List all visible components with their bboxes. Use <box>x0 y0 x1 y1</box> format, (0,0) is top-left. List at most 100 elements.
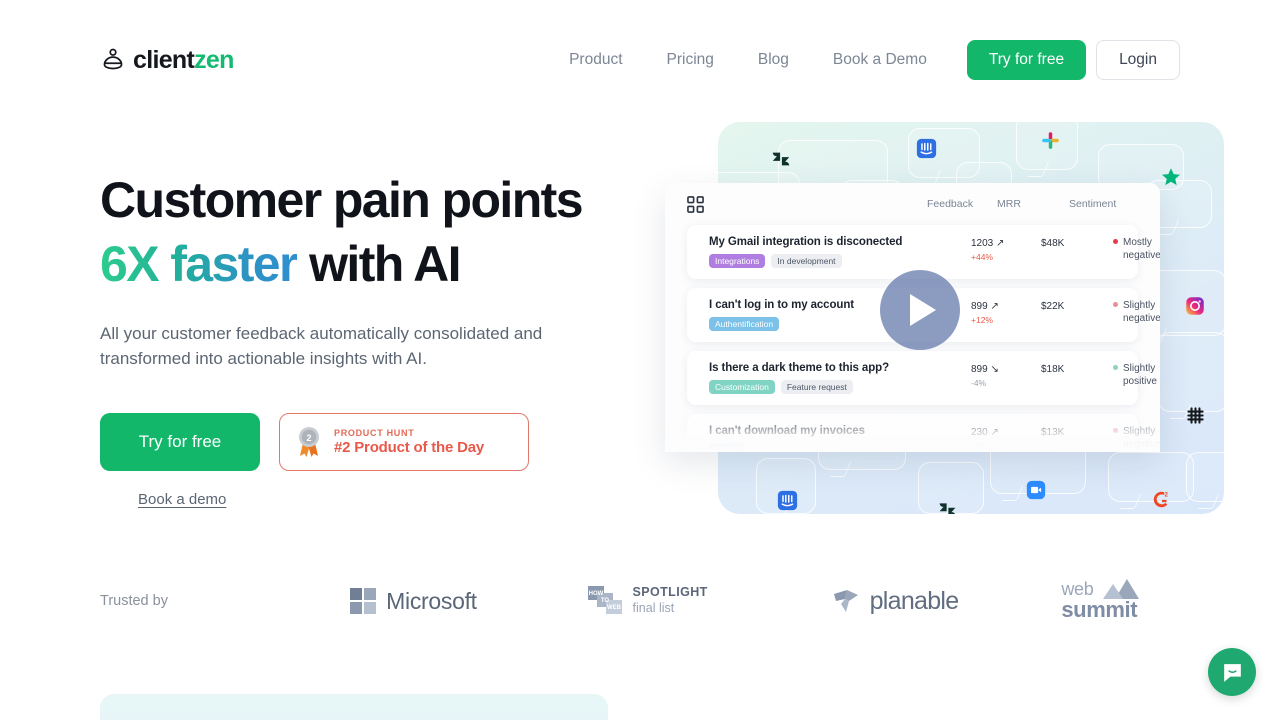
tag[interactable]: Authentification <box>709 317 780 331</box>
sentiment-dot <box>1113 364 1118 370</box>
row-feedback-count: 1203 ↗ <box>971 238 1005 249</box>
tag[interactable]: Integrations <box>709 254 766 268</box>
row-feedback-count: 899 ↗ <box>971 301 999 312</box>
play-triangle-icon <box>910 294 936 326</box>
row-feedback-delta: +12% <box>971 315 993 325</box>
dashboard-header-row: Feedback MRR Sentiment <box>687 183 1138 225</box>
row-mrr: $22K <box>1041 301 1065 312</box>
row-tags: Customization Feature request <box>709 380 1124 394</box>
landing-page: clientzen Product Pricing Blog Book a De… <box>0 0 1280 720</box>
brand-logo-zen: zen <box>194 45 234 74</box>
spotlight-texts: SPOTLIGHT final list <box>633 585 708 616</box>
svg-text:HOW: HOW <box>588 591 603 597</box>
page-title: Customer pain points 6X faster with AI <box>100 168 640 296</box>
chat-bubble-decoration <box>1186 452 1224 502</box>
trusted-by-label: Trusted by <box>100 593 168 609</box>
headline-tail: with AI <box>296 236 461 292</box>
intercom-icon <box>772 485 802 514</box>
brand-logo[interactable]: clientzen <box>100 47 234 73</box>
table-row[interactable]: Is there a dark theme to this app? Custo… <box>687 351 1157 405</box>
microsoft-logo: Microsoft <box>304 588 522 615</box>
row-sentiment: Slightly positive <box>1113 363 1157 388</box>
trend-up-icon: ↗ <box>990 427 999 438</box>
trend-down-icon: ↘ <box>990 364 999 375</box>
nav-login-button[interactable]: Login <box>1096 40 1180 80</box>
row-feedback-count: 899 ↘ <box>971 364 999 375</box>
row-feedback-delta: -4% <box>971 441 987 450</box>
row-sentiment: Slightly negative <box>1113 300 1160 325</box>
spotlight-subtitle: final list <box>632 601 675 615</box>
tag[interactable]: In development <box>771 254 842 268</box>
row-tags: Integrations In development <box>709 254 1124 268</box>
mountain-icon <box>1103 579 1140 600</box>
headline-line-1: Customer pain points <box>100 172 584 228</box>
row-mrr: $48K <box>1041 238 1065 249</box>
column-header-feedback: Feedback <box>927 198 974 210</box>
column-header-mrr: MRR <box>997 198 1021 210</box>
slack-icon <box>1035 125 1065 155</box>
chat-bubble-icon <box>1223 663 1241 682</box>
zendesk-icon <box>766 144 796 174</box>
trend-up-icon: ↗ <box>990 301 999 312</box>
product-hunt-badge[interactable]: 2 PRODUCT HUNT #2 Product of the Day <box>279 413 529 472</box>
tag[interactable]: Billing <box>709 443 744 450</box>
row-feedback-delta: +44% <box>971 252 993 262</box>
sentiment-dot <box>1113 238 1118 244</box>
g2-icon: 2 <box>1146 484 1176 514</box>
planable-logo: planable <box>772 587 1019 616</box>
microsoft-wordmark: Microsoft <box>386 587 477 614</box>
clientzen-person-icon <box>103 48 123 70</box>
web-summit-logo: web summit <box>1019 579 1180 622</box>
main-navigation: Product Pricing Blog Book a Demo Try for… <box>547 40 1180 80</box>
web-summit-texts: web summit <box>1061 579 1140 622</box>
intercom-chat-launcher[interactable] <box>1208 648 1256 696</box>
spotlight-title: SPOTLIGHT <box>632 585 708 600</box>
how-to-web-spotlight-logo: HOW TO WEB SPOTLIGHT final list <box>523 583 772 619</box>
row-sentiment: Mostly negative <box>1113 237 1160 262</box>
hero-try-for-free-button[interactable]: Try for free <box>100 413 260 472</box>
planable-wordmark: planable <box>869 586 960 615</box>
nav-link-product[interactable]: Product <box>547 41 644 79</box>
svg-text:TO: TO <box>600 598 609 604</box>
nav-link-blog[interactable]: Blog <box>736 41 811 79</box>
row-tags: Billing <box>709 443 1124 450</box>
row-feedback-count: 230 ↗ <box>971 427 999 438</box>
nav-link-pricing[interactable]: Pricing <box>645 41 736 79</box>
brand-logo-text: clientzen <box>133 45 234 74</box>
row-mrr: $13K <box>1041 427 1065 438</box>
planable-mark-icon <box>833 590 858 612</box>
sentiment-dot <box>1113 301 1118 307</box>
product-hunt-texts: PRODUCT HUNT #2 Product of the Day <box>334 428 484 456</box>
tag[interactable]: Customization <box>709 380 775 394</box>
grid-view-icon[interactable] <box>687 195 704 213</box>
sentiment-dot <box>1113 427 1118 433</box>
web-summit-line-2: summit <box>1061 596 1138 622</box>
row-feedback-delta: -4% <box>971 378 987 388</box>
intercom-icon <box>911 133 941 163</box>
product-hunt-eyebrow: PRODUCT HUNT <box>334 428 415 439</box>
trusted-by-section: Trusted by Microsoft HOW TO WEB SPOTLIGH… <box>100 575 1180 627</box>
zendesk-icon <box>932 494 962 514</box>
hero-cta-row: Try for free 2 PRODUCT HUNT #2 Product o… <box>100 413 640 472</box>
table-row[interactable]: I can't download my invoices Billing 230… <box>687 414 1160 450</box>
play-video-button[interactable] <box>880 270 960 350</box>
svg-text:2: 2 <box>306 433 311 443</box>
nav-link-book-a-demo[interactable]: Book a Demo <box>811 41 949 79</box>
trustpilot-star-icon <box>1156 162 1186 192</box>
column-header-sentiment: Sentiment <box>1069 198 1117 210</box>
how-to-web-icon: HOW TO WEB <box>587 586 622 614</box>
nav-try-for-free-button[interactable]: Try for free <box>966 40 1087 80</box>
medal-icon: 2 <box>299 427 319 458</box>
hero-book-a-demo-link[interactable]: Book a demo <box>138 491 226 508</box>
brand-logo-client: client <box>133 45 195 74</box>
zoom-icon <box>1021 475 1051 505</box>
tag[interactable]: Feature request <box>780 380 853 394</box>
instagram-icon <box>1180 291 1210 321</box>
svg-text:WEB: WEB <box>607 605 622 611</box>
microsoft-squares-icon <box>350 588 377 614</box>
headline-gradient-text: 6X faster <box>100 236 298 292</box>
trend-up-icon: ↗ <box>996 238 1005 249</box>
hotjar-icon <box>1180 400 1210 430</box>
hero-subheadline: All your customer feedback automatically… <box>100 324 543 368</box>
hero-content: Customer pain points 6X faster with AI A… <box>100 168 640 509</box>
